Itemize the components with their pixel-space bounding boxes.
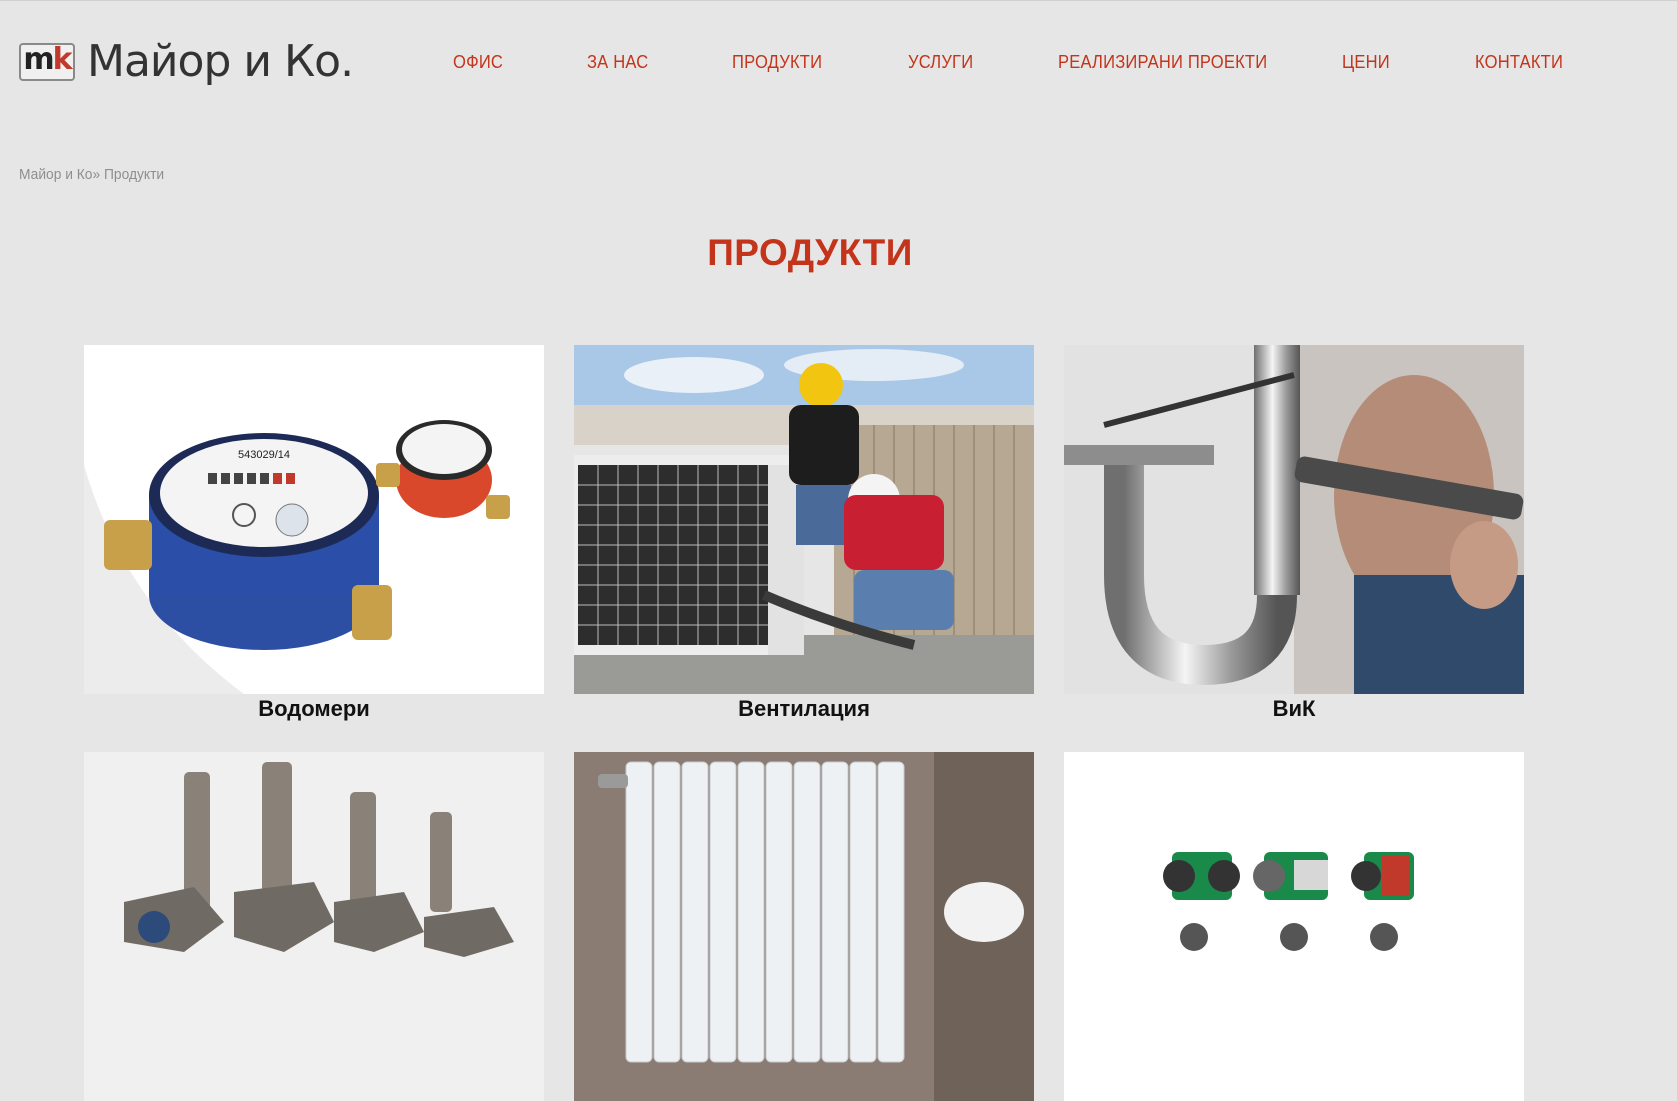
product-card-plumbing[interactable]: ВиК [1064, 345, 1524, 726]
product-card-pumps[interactable] [1064, 752, 1524, 1101]
logo-mark-icon: mk [19, 43, 75, 81]
top-border [0, 0, 1677, 1]
plumbing-image[interactable] [1064, 345, 1524, 694]
product-card-ventilation[interactable]: Вентилация [574, 345, 1034, 726]
page-title: ПРОДУКТИ [707, 232, 913, 273]
logo-text: Майор и Ко. [87, 36, 354, 87]
site-logo[interactable]: mk Майор и Ко. [19, 36, 354, 88]
product-card-water-meters[interactable]: 543029/14 Водомери [84, 345, 544, 726]
ventilation-image[interactable] [574, 345, 1034, 694]
pumps-image[interactable] [1064, 752, 1524, 1101]
nav-item-products[interactable]: ПРОДУКТИ [732, 52, 822, 73]
product-card-radiators[interactable] [574, 752, 1034, 1101]
nav-item-prices[interactable]: ЦЕНИ [1342, 52, 1390, 73]
nav-item-about[interactable]: ЗА НАС [587, 52, 648, 73]
bolts-image[interactable] [84, 752, 544, 1101]
svg-text:543029/14: 543029/14 [238, 449, 290, 461]
product-caption[interactable]: Вентилация [574, 696, 1034, 726]
water-meter-image[interactable]: 543029/14 [84, 345, 544, 694]
product-caption[interactable]: ВиК [1064, 696, 1524, 726]
nav-item-contacts[interactable]: КОНТАКТИ [1475, 52, 1563, 73]
nav-item-services[interactable]: УСЛУГИ [908, 52, 973, 73]
breadcrumb[interactable]: Майор и Ко» Продукти [19, 166, 164, 183]
radiator-image[interactable] [574, 752, 1034, 1101]
product-card-fasteners[interactable] [84, 752, 544, 1101]
product-caption[interactable]: Водомери [84, 696, 544, 726]
nav-item-office[interactable]: ОФИС [453, 52, 503, 73]
nav-item-projects[interactable]: РЕАЛИЗИРАНИ ПРОЕКТИ [1058, 52, 1267, 73]
